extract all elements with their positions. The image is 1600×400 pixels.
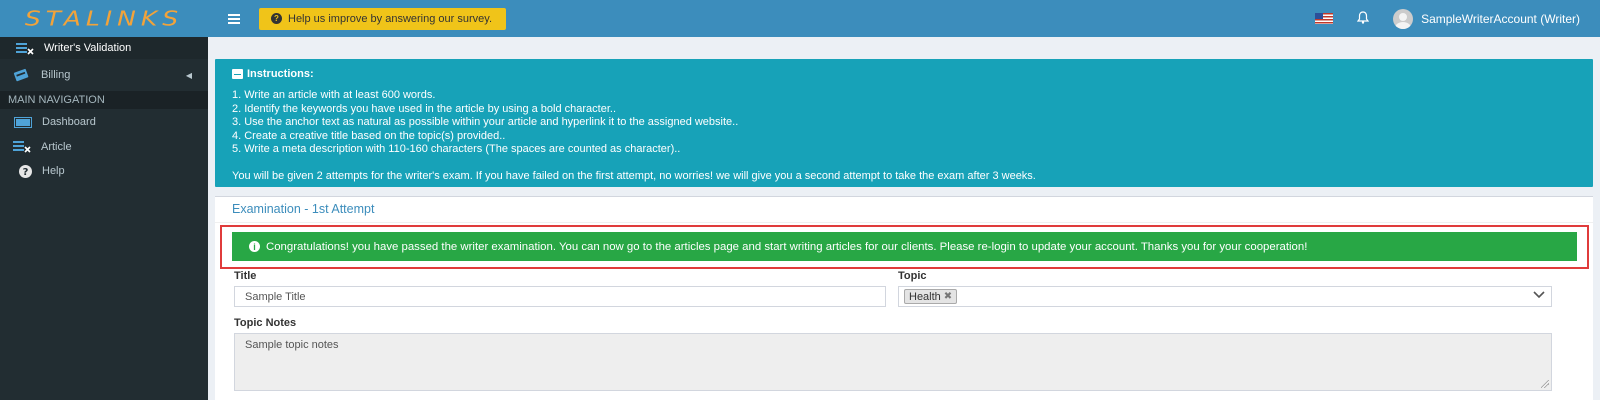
topic-tag: Health ✖	[904, 289, 958, 304]
attempts-note: You will be given 2 attempts for the wri…	[232, 169, 1036, 182]
success-alert-highlight: i Congratulations! you have passed the w…	[220, 225, 1589, 269]
topic-notes-textarea[interactable]: Sample topic notes	[234, 333, 1552, 391]
sidebar-item-label: Article	[41, 140, 72, 153]
sidebar-item-writers-validation[interactable]: Writer's Validation	[0, 37, 208, 59]
list-item: 2. Identify the keywords you have used i…	[232, 102, 617, 115]
info-icon: i	[249, 241, 260, 252]
title-label: Title	[234, 270, 257, 282]
article-icon	[13, 140, 31, 153]
sidebar-item-label: Writer's Validation	[44, 42, 132, 54]
divider	[215, 222, 1593, 223]
sidebar-item-label: Dashboard	[42, 116, 96, 128]
sidebar-item-article[interactable]: Article	[0, 133, 208, 160]
instructions-heading: Instructions:	[232, 68, 1576, 80]
sidebar-item-label: Help	[42, 165, 65, 177]
logo-text: STALINKS	[24, 6, 184, 31]
bell-icon[interactable]	[1356, 10, 1370, 27]
billing-icon	[13, 68, 31, 82]
help-icon: ?	[18, 164, 32, 178]
exam-title: Examination - 1st Attempt	[232, 202, 375, 216]
user-name: SampleWriterAccount (Writer)	[1421, 11, 1580, 26]
success-alert: i Congratulations! you have passed the w…	[232, 232, 1577, 261]
user-menu[interactable]: SampleWriterAccount (Writer)	[1393, 8, 1580, 29]
topic-select[interactable]: Health ✖	[898, 286, 1552, 307]
sidebar-item-billing[interactable]: Billing ◀	[0, 59, 208, 91]
success-message: Congratulations! you have passed the wri…	[266, 240, 1308, 253]
list-item: 5. Write a meta description with 110-160…	[232, 143, 681, 155]
list-item: 4. Create a creative title based on the …	[232, 129, 506, 142]
survey-button[interactable]: ? Help us improve by answering our surve…	[259, 7, 506, 30]
top-navbar: ? Help us improve by answering our surve…	[208, 0, 1600, 37]
sidebar-section-header: MAIN NAVIGATION	[0, 91, 208, 109]
list-item: 1. Write an article with at least 600 wo…	[232, 89, 436, 101]
sidebar-toggle-icon[interactable]	[228, 13, 240, 24]
exam-box: Examination - 1st Attempt i Congratulati…	[215, 196, 1593, 400]
question-circle-icon: ?	[271, 13, 282, 24]
svg-text:?: ?	[22, 167, 28, 178]
sidebar-item-label: Billing	[41, 69, 71, 81]
title-input[interactable]: Sample Title	[234, 286, 886, 307]
resize-handle-icon[interactable]	[1541, 380, 1549, 388]
chevron-left-icon: ◀	[185, 70, 192, 80]
sidebar: Writer's Validation Billing ◀ MAIN NAVIG…	[0, 37, 208, 400]
main-content: Instructions: 1. Write an article with a…	[208, 37, 1600, 400]
instructions-callout: Instructions: 1. Write an article with a…	[215, 59, 1593, 187]
topic-notes-label: Topic Notes	[234, 317, 297, 329]
topic-label: Topic	[898, 270, 927, 282]
logo[interactable]: STALINKS	[0, 0, 208, 37]
instructions-list: 1. Write an article with at least 600 wo…	[232, 89, 1576, 157]
sidebar-item-dashboard[interactable]: Dashboard	[0, 111, 208, 133]
avatar	[1393, 8, 1414, 29]
sidebar-item-help[interactable]: ? Help	[0, 160, 208, 182]
list-icon	[232, 69, 243, 79]
list-item: 3. Use the anchor text as natural as pos…	[232, 116, 739, 128]
instructions-title: Instructions:	[247, 68, 314, 80]
us-flag-icon[interactable]	[1315, 13, 1334, 24]
chevron-down-icon[interactable]	[1533, 290, 1545, 302]
survey-button-label: Help us improve by answering our survey.	[288, 12, 492, 25]
dashboard-icon	[14, 116, 32, 129]
validation-icon	[16, 42, 34, 55]
topic-notes-value: Sample topic notes	[245, 339, 339, 351]
remove-tag-icon[interactable]: ✖	[944, 291, 952, 302]
topic-tag-label: Health	[909, 290, 941, 303]
